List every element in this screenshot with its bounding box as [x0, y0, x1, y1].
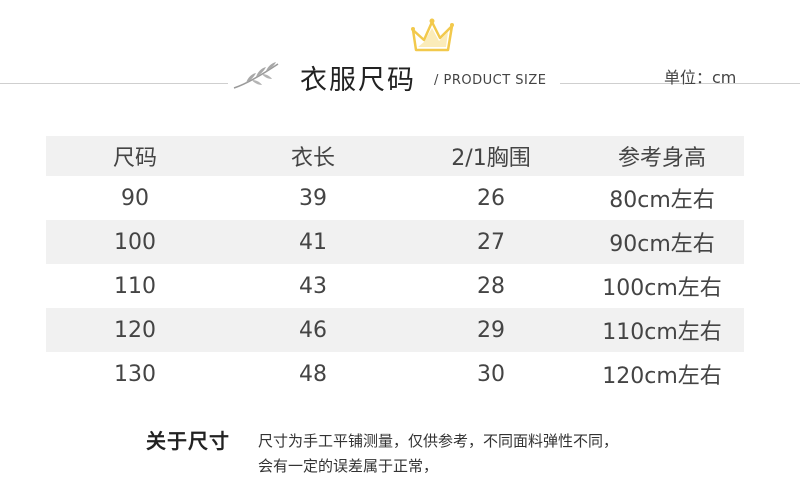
table-header-row: 尺码 衣长 2/1胸围 参考身高 [46, 136, 744, 176]
cell-length: 46 [299, 317, 327, 343]
table-row: 120 46 29 110cm左右 [46, 308, 744, 352]
cell-size: 90 [121, 185, 149, 211]
cell-height: 80cm左右 [609, 188, 715, 213]
cell-height: 90cm左右 [609, 232, 715, 257]
column-header-chest: 2/1胸围 [451, 146, 531, 171]
cell-height: 120cm左右 [602, 364, 722, 389]
column-header-length: 衣长 [290, 146, 335, 171]
wheat-icon [233, 62, 279, 89]
cell-length: 39 [299, 185, 327, 211]
cell-size: 130 [114, 361, 156, 387]
cell-height: 110cm左右 [602, 320, 722, 345]
cell-height: 100cm左右 [602, 276, 722, 301]
cell-chest: 30 [477, 361, 505, 387]
unit-label: 单位：cm [664, 68, 737, 87]
size-table: 尺码 衣长 2/1胸围 参考身高 90 39 26 80cm左右 100 41 … [46, 136, 744, 396]
cell-length: 48 [299, 361, 327, 387]
table-row: 100 41 27 90cm左右 [46, 220, 744, 264]
size-chart-header: 衣服尺码 / PRODUCT SIZE 单位：cm [0, 0, 800, 110]
cell-chest: 27 [477, 229, 505, 255]
column-header-size: 尺码 [112, 146, 157, 171]
note-line-2: 会有一定的误差属于正常， [258, 457, 439, 475]
cell-chest: 28 [477, 273, 505, 299]
table-row: 130 48 30 120cm左右 [46, 352, 744, 396]
about-size-label: 关于尺寸 [146, 429, 230, 453]
cell-size: 110 [114, 273, 156, 299]
note-line-1: 尺寸为手工平铺测量，仅供参考，不同面料弹性不同， [258, 432, 619, 450]
table-row: 110 43 28 100cm左右 [46, 264, 744, 308]
table-row: 90 39 26 80cm左右 [46, 176, 744, 220]
page-title: 衣服尺码 [300, 65, 416, 96]
cell-chest: 26 [477, 185, 505, 211]
crown-icon [411, 18, 454, 52]
cell-length: 41 [299, 229, 327, 255]
cell-size: 120 [114, 317, 156, 343]
cell-size: 100 [114, 229, 156, 255]
cell-chest: 29 [477, 317, 505, 343]
column-header-height: 参考身高 [617, 146, 706, 171]
cell-length: 43 [299, 273, 327, 299]
header-divider-left [0, 83, 228, 84]
page-subtitle: / PRODUCT SIZE [434, 73, 547, 88]
